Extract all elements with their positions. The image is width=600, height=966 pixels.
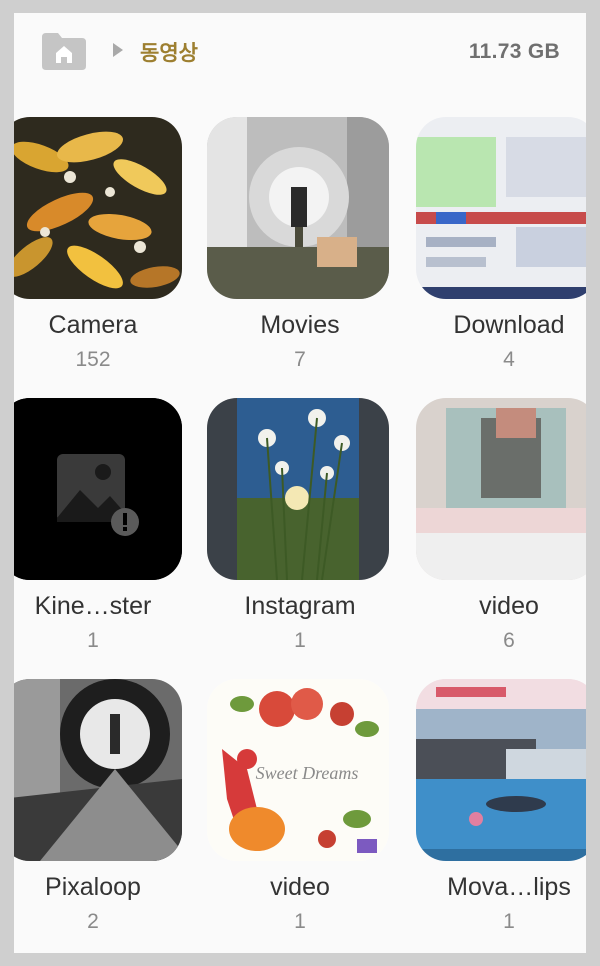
album-name: Pixaloop [45, 873, 141, 901]
album-count: 1 [503, 910, 515, 933]
album-name: Camera [48, 311, 138, 339]
album-name: Kine…ster [34, 592, 152, 620]
album-grid-panel: 동영상 11.73 GB Camera 152 Movies 7 Downloa… [14, 13, 586, 953]
album-name: video [270, 873, 330, 901]
album-count: 6 [503, 629, 515, 652]
album-thumbnail [14, 117, 182, 299]
album-count: 1 [294, 629, 306, 652]
sweet-dreams-text: Sweet Dreams [256, 763, 359, 783]
album-count: 7 [294, 348, 306, 371]
album-item-video-2[interactable]: Sweet Dreams video 1 [207, 679, 393, 934]
album-item-kinemaster[interactable]: Kine…ster 1 [14, 398, 186, 653]
album-thumbnail [416, 398, 586, 580]
album-count: 152 [75, 348, 111, 371]
album-count: 2 [87, 910, 99, 933]
album-thumbnail: Sweet Dreams [207, 679, 389, 861]
album-thumbnail [14, 398, 182, 580]
album-thumbnail [416, 117, 586, 299]
breadcrumb-current[interactable]: 동영상 [140, 37, 198, 67]
album-name: Movies [260, 311, 340, 339]
album-item-instagram[interactable]: Instagram 1 [207, 398, 393, 653]
album-item-movavi-clips[interactable]: Mova…lips 1 [416, 679, 586, 934]
album-item-pixaloop[interactable]: Pixaloop 2 [14, 679, 186, 934]
album-thumbnail [416, 679, 586, 861]
album-name: video [479, 592, 539, 620]
chevron-right-icon [113, 43, 123, 57]
home-button[interactable] [40, 31, 88, 71]
broken-image-icon [14, 398, 182, 580]
album-thumbnail [14, 679, 182, 861]
album-item-movies[interactable]: Movies 7 [207, 117, 393, 372]
album-count: 1 [294, 910, 306, 933]
home-icon [42, 33, 86, 70]
album-item-video[interactable]: video 6 [416, 398, 586, 653]
album-thumbnail [207, 398, 389, 580]
album-item-camera[interactable]: Camera 152 [14, 117, 186, 372]
album-name: Download [453, 311, 565, 339]
album-count: 1 [87, 629, 99, 652]
album-count: 4 [503, 348, 515, 371]
storage-size: 11.73 GB [468, 40, 560, 63]
album-name: Instagram [244, 592, 356, 620]
album-item-download[interactable]: Download 4 [416, 117, 586, 372]
album-thumbnail [207, 117, 389, 299]
album-name: Mova…lips [447, 873, 571, 901]
header-bar: 동영상 11.73 GB [14, 13, 586, 93]
